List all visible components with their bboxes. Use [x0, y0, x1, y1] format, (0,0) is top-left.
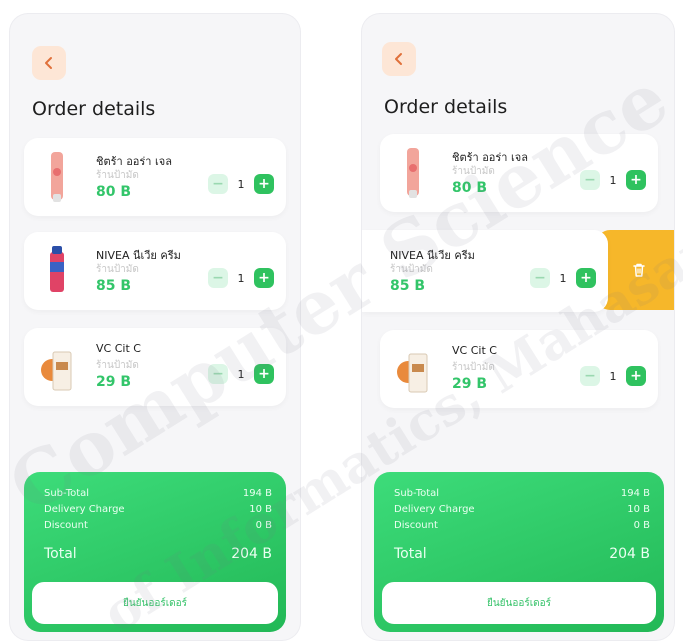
product-price: 80 B: [452, 180, 488, 196]
delivery-label: Delivery Charge: [44, 504, 125, 515]
back-button[interactable]: [382, 42, 416, 76]
quantity-stepper: − 1 +: [580, 170, 646, 190]
decrease-button[interactable]: −: [208, 364, 228, 384]
decrease-button[interactable]: −: [208, 174, 228, 194]
cart-item: VC Cit C ร้านป้ามัด 29 B − 1 +: [380, 330, 658, 408]
decrease-button[interactable]: −: [208, 268, 228, 288]
product-price: 29 B: [452, 376, 488, 392]
quantity-value: 1: [559, 271, 567, 285]
discount-label: Discount: [394, 520, 438, 531]
confirm-order-button[interactable]: ยืนยันออร์เดอร์: [382, 582, 656, 624]
quantity-value: 1: [237, 177, 245, 191]
product-price: 85 B: [96, 278, 132, 294]
shop-name: ร้านป้ามัด: [96, 170, 139, 181]
shop-name: ร้านป้ามัด: [96, 360, 139, 371]
cart-item: NIVEA นีเวีย ครีม ร้านป้ามัด 85 B − 1 +: [24, 232, 286, 310]
order-summary: Sub-Total 194 B Delivery Charge 10 B Dis…: [374, 472, 664, 632]
quantity-stepper: − 1 +: [580, 366, 646, 386]
cart-item-swiped[interactable]: NIVEA นีเวีย ครีม ร้านป้ามัด 85 B − 1 +: [362, 230, 608, 312]
chevron-left-icon: [395, 53, 402, 65]
quantity-stepper: − 1 +: [208, 364, 274, 384]
shop-name: ร้านป้ามัด: [452, 362, 495, 373]
quantity-value: 1: [609, 173, 617, 187]
subtotal-value: 194 B: [242, 488, 272, 499]
product-price: 85 B: [390, 278, 426, 294]
quantity-stepper: − 1 +: [208, 268, 274, 288]
product-image: [50, 246, 64, 292]
subtotal-label: Sub-Total: [44, 488, 90, 499]
discount-value: 0 B: [255, 520, 272, 531]
decrease-button[interactable]: −: [580, 170, 600, 190]
increase-button[interactable]: +: [254, 364, 274, 384]
confirm-order-button[interactable]: ยืนยันออร์เดอร์: [32, 582, 278, 624]
product-name: VC Cit C: [96, 342, 141, 355]
shop-name: ร้านป้ามัด: [96, 264, 139, 275]
product-price: 80 B: [96, 184, 132, 200]
quantity-value: 1: [237, 271, 245, 285]
delivery-value: 10 B: [249, 504, 272, 515]
product-image: [51, 152, 63, 202]
cart-item: ชิตร้า ออร่า เจล ร้านป้ามัด 80 B − 1 +: [24, 138, 286, 216]
product-image: [407, 148, 419, 198]
order-summary: Sub-Total 194 B Delivery Charge 10 B Dis…: [24, 472, 286, 632]
product-price: 29 B: [96, 374, 132, 390]
subtotal-label: Sub-Total: [394, 488, 440, 499]
trash-icon: [633, 263, 645, 277]
shop-name: ร้านป้ามัด: [452, 166, 495, 177]
product-name: VC Cit C: [452, 344, 497, 357]
delivery-value: 10 B: [627, 504, 650, 515]
total-value: 204 B: [609, 546, 650, 562]
discount-label: Discount: [44, 520, 88, 531]
product-image: [397, 353, 428, 393]
order-screen-swipe: Order details ชิตร้า ออร่า เจล ร้านป้ามั…: [362, 14, 674, 640]
shop-name: ร้านป้ามัด: [390, 264, 433, 275]
cart-item: ชิตร้า ออร่า เจล ร้านป้ามัด 80 B − 1 +: [380, 134, 658, 212]
total-label: Total: [44, 546, 77, 562]
page-title: Order details: [32, 98, 156, 120]
total-label: Total: [394, 546, 427, 562]
product-image: [41, 351, 72, 391]
quantity-stepper: − 1 +: [208, 174, 274, 194]
increase-button[interactable]: +: [254, 174, 274, 194]
increase-button[interactable]: +: [254, 268, 274, 288]
discount-value: 0 B: [633, 520, 650, 531]
quantity-stepper: − 1 +: [530, 268, 596, 288]
increase-button[interactable]: +: [626, 170, 646, 190]
quantity-value: 1: [237, 367, 245, 381]
delivery-label: Delivery Charge: [394, 504, 475, 515]
chevron-left-icon: [45, 57, 52, 69]
increase-button[interactable]: +: [576, 268, 596, 288]
subtotal-value: 194 B: [620, 488, 650, 499]
back-button[interactable]: [32, 46, 66, 80]
cart-item: VC Cit C ร้านป้ามัด 29 B − 1 +: [24, 328, 286, 406]
page-title: Order details: [384, 96, 508, 118]
increase-button[interactable]: +: [626, 366, 646, 386]
total-value: 204 B: [231, 546, 272, 562]
order-screen-default: Order details ชิตร้า ออร่า เจล ร้านป้ามั…: [10, 14, 300, 640]
quantity-value: 1: [609, 369, 617, 383]
decrease-button[interactable]: −: [530, 268, 550, 288]
decrease-button[interactable]: −: [580, 366, 600, 386]
